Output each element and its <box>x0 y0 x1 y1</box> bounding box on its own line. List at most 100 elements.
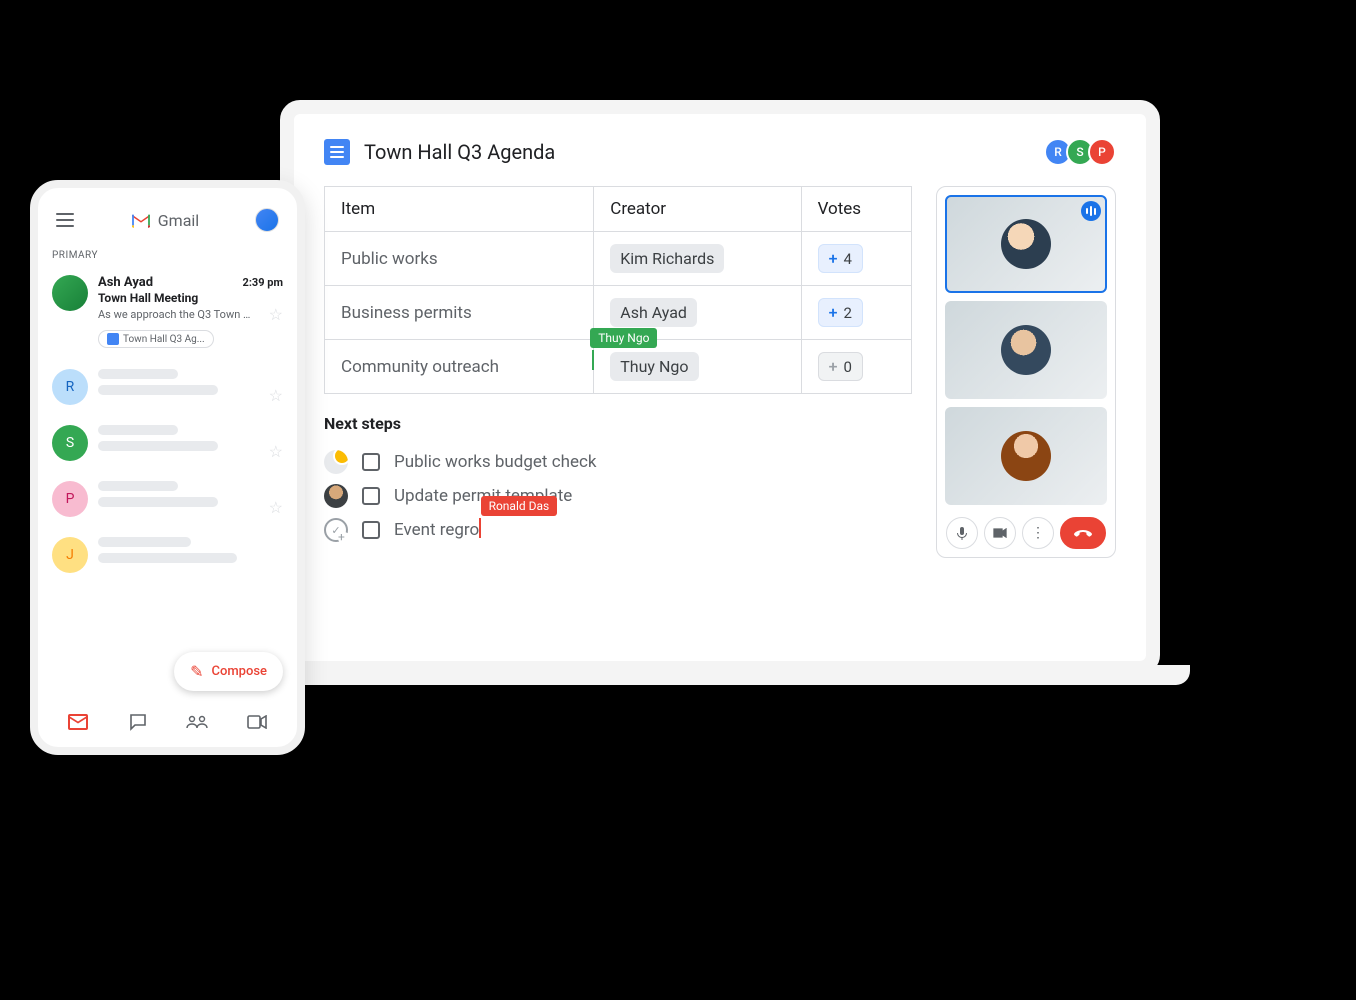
meet-participant-tile[interactable] <box>945 195 1107 293</box>
vote-button[interactable]: +0 <box>818 352 863 381</box>
checkbox[interactable] <box>362 521 380 539</box>
attachment-chip[interactable]: Town Hall Q3 Ag... <box>98 330 214 348</box>
pencil-icon: ✎ <box>190 662 203 681</box>
table-header-row: Item Creator Votes <box>325 187 912 232</box>
collaborator-avatars: R S P <box>1050 138 1116 166</box>
nav-chat-icon[interactable] <box>127 713 149 731</box>
vote-count: 4 <box>843 250 851 268</box>
meet-participant-tile[interactable] <box>945 301 1107 399</box>
vote-button[interactable]: +2 <box>818 298 863 327</box>
bottom-nav <box>38 705 297 739</box>
inbox-tab-primary[interactable]: PRIMARY <box>52 246 283 269</box>
compose-label: Compose <box>211 664 267 679</box>
col-creator: Creator <box>594 187 801 232</box>
step-row[interactable]: Update permit template <box>324 479 912 513</box>
cell-item[interactable]: Public works <box>325 232 594 286</box>
phone-device-frame: Gmail PRIMARY Ash Ayad 2:39 pm Town Hall… <box>30 180 305 755</box>
gmail-logo-icon <box>130 212 152 228</box>
creator-chip[interactable]: Ash Ayad <box>610 298 697 327</box>
gmail-header: Gmail <box>52 200 283 246</box>
email-list-item-placeholder[interactable]: R ☆ <box>52 359 283 415</box>
vote-count: 0 <box>843 358 851 376</box>
laptop-device-frame: Town Hall Q3 Agenda R S P Item Creator V… <box>280 100 1160 675</box>
doc-header: Town Hall Q3 Agenda R S P <box>324 138 1116 166</box>
table-row[interactable]: Community outreach Thuy Ngo Thuy Ngo +0 <box>325 340 912 394</box>
sender-avatar: S <box>52 425 88 461</box>
plus-icon: + <box>829 249 838 268</box>
mic-button[interactable] <box>946 517 978 549</box>
doc-title[interactable]: Town Hall Q3 Agenda <box>364 140 555 164</box>
step-text: Event regro <box>394 520 479 540</box>
vote-button[interactable]: +4 <box>818 244 863 273</box>
collab-cursor-label: Thuy Ngo <box>590 328 657 348</box>
email-list-item-placeholder[interactable]: S ☆ <box>52 415 283 471</box>
email-snippet: As we approach the Q3 Town Ha... <box>98 308 258 321</box>
table-row[interactable]: Public works Kim Richards +4 <box>325 232 912 286</box>
assignee-avatar[interactable] <box>324 484 348 508</box>
doc-header-left: Town Hall Q3 Agenda <box>324 139 555 165</box>
participant-video <box>947 197 1105 291</box>
checkbox[interactable] <box>362 487 380 505</box>
sender-avatar: J <box>52 537 88 573</box>
step-text-wrap[interactable]: Event regro Ronald Das <box>394 520 479 540</box>
email-sender: Ash Ayad <box>98 275 153 290</box>
cell-item[interactable]: Community outreach <box>325 340 594 394</box>
profile-avatar[interactable] <box>255 208 279 232</box>
google-meet-panel: ⋮ <box>936 186 1116 558</box>
email-time: 2:39 pm <box>243 276 283 289</box>
laptop-base <box>250 665 1190 685</box>
col-votes: Votes <box>801 187 911 232</box>
cell-creator[interactable]: Kim Richards <box>594 232 801 286</box>
sender-avatar: P <box>52 481 88 517</box>
assignee-avatar[interactable] <box>324 450 348 474</box>
sender-avatar: R <box>52 369 88 405</box>
cell-creator[interactable]: Thuy Ngo Thuy Ngo <box>594 340 801 394</box>
nav-mail-icon[interactable] <box>67 713 89 731</box>
col-item: Item <box>325 187 594 232</box>
star-icon[interactable]: ☆ <box>269 386 283 405</box>
hamburger-menu-icon[interactable] <box>56 213 74 227</box>
cell-item[interactable]: Business permits <box>325 286 594 340</box>
agenda-table: Item Creator Votes Public works Kim Rich… <box>324 186 912 394</box>
meet-participant-tile[interactable] <box>945 407 1107 505</box>
camera-button[interactable] <box>984 517 1016 549</box>
next-steps-heading: Next steps <box>324 414 912 433</box>
assign-task-icon[interactable] <box>324 518 348 542</box>
participant-video <box>945 407 1107 505</box>
google-docs-icon[interactable] <box>324 139 350 165</box>
compose-button[interactable]: ✎ Compose <box>174 652 283 691</box>
docs-attachment-icon <box>107 333 119 345</box>
email-list-item[interactable]: Ash Ayad 2:39 pm Town Hall Meeting As we… <box>52 269 283 359</box>
checkbox[interactable] <box>362 453 380 471</box>
star-icon[interactable]: ☆ <box>269 498 283 517</box>
creator-chip[interactable]: Kim Richards <box>610 244 724 273</box>
collab-cursor-green <box>592 350 594 370</box>
cell-text: Community outreach <box>341 357 499 377</box>
vote-count: 2 <box>843 304 851 322</box>
gmail-brand-text: Gmail <box>158 211 199 230</box>
cell-votes[interactable]: +0 <box>801 340 911 394</box>
doc-main: Item Creator Votes Public works Kim Rich… <box>324 186 912 558</box>
collaborator-avatar-p[interactable]: P <box>1088 138 1116 166</box>
hangup-button[interactable] <box>1060 517 1106 549</box>
creator-chip[interactable]: Thuy Ngo <box>610 352 698 381</box>
collab-cursor-label: Ronald Das <box>481 496 558 516</box>
sender-avatar <box>52 275 88 311</box>
nav-meet-icon[interactable] <box>246 713 268 731</box>
email-list-item-placeholder[interactable]: P ☆ <box>52 471 283 527</box>
star-icon[interactable]: ☆ <box>269 442 283 461</box>
step-text[interactable]: Public works budget check <box>394 452 597 472</box>
nav-spaces-icon[interactable] <box>186 713 208 731</box>
cell-votes[interactable]: +2 <box>801 286 911 340</box>
attachment-name: Town Hall Q3 Ag... <box>123 334 205 345</box>
plus-icon: + <box>829 303 838 322</box>
plus-icon: + <box>829 357 838 376</box>
email-subject: Town Hall Meeting <box>98 291 283 305</box>
step-row[interactable]: Event regro Ronald Das <box>324 513 912 547</box>
star-icon[interactable]: ☆ <box>269 305 283 324</box>
step-row[interactable]: Public works budget check <box>324 445 912 479</box>
more-options-button[interactable]: ⋮ <box>1022 517 1054 549</box>
cell-votes[interactable]: +4 <box>801 232 911 286</box>
gmail-brand: Gmail <box>130 211 199 230</box>
email-list-item-placeholder[interactable]: J <box>52 527 283 583</box>
